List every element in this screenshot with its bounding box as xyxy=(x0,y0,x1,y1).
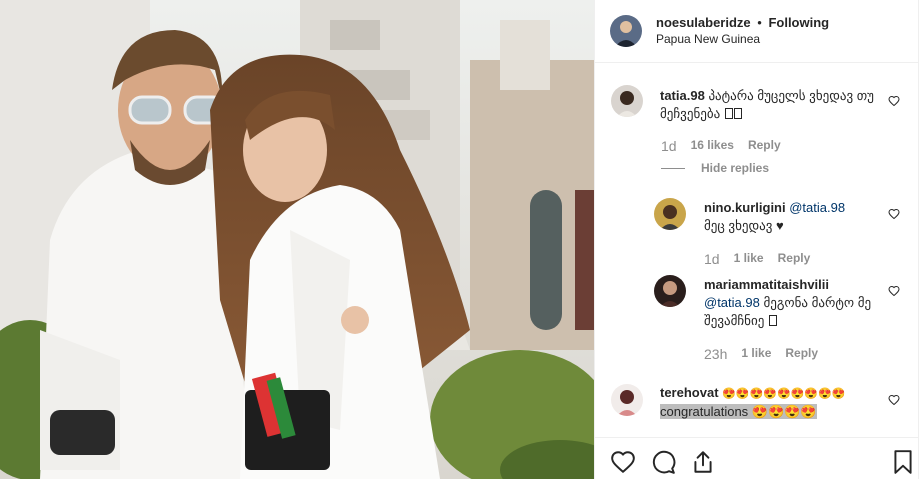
header-top-line: noesulaberidze • Following xyxy=(656,14,829,31)
comment-username[interactable]: tatia.98 xyxy=(660,88,705,103)
comment-like-heart-icon[interactable] xyxy=(888,95,900,107)
comment-username[interactable]: mariammatitaishvilii xyxy=(704,277,829,292)
post-location[interactable]: Papua New Guinea xyxy=(656,31,829,48)
comment-body: terehovat 😍😍😍😍😍😍😍😍😍 congratulations 😍😍😍😍 xyxy=(660,384,880,421)
comments-list[interactable]: tatia.98 პატარა მუცელს ვხედავ თუ მეჩვენე… xyxy=(595,64,919,437)
post-header: noesulaberidze • Following Papua New Gui… xyxy=(595,0,919,63)
avatar-image xyxy=(611,384,643,416)
avatar-image xyxy=(654,275,686,307)
comment-username[interactable]: nino.kurligini xyxy=(704,200,786,215)
comment-time[interactable]: 1d xyxy=(661,138,677,154)
share-icon[interactable] xyxy=(690,449,716,475)
unsupported-glyph-icon xyxy=(733,108,742,119)
bookmark-icon[interactable] xyxy=(890,449,916,475)
unsupported-glyph-icon xyxy=(724,108,733,119)
comment-likes[interactable]: 1 like xyxy=(741,346,771,362)
comment-time[interactable]: 1d xyxy=(704,251,720,267)
commenter-avatar[interactable] xyxy=(611,85,643,117)
comment-mention[interactable]: @tatia.98 xyxy=(704,295,760,310)
comment-username[interactable]: terehovat xyxy=(660,385,719,400)
commenter-avatar[interactable] xyxy=(654,198,686,230)
author-username[interactable]: noesulaberidze xyxy=(656,15,751,30)
comment-likes[interactable]: 16 likes xyxy=(691,138,734,154)
comment-meta: 23h 1 like Reply xyxy=(704,346,818,362)
comment-like-heart-icon[interactable] xyxy=(888,208,900,220)
comment-like-heart-icon[interactable] xyxy=(888,285,900,297)
post-photo-illustration xyxy=(0,0,594,479)
comment-text: 😍😍😍😍😍😍😍😍😍 xyxy=(722,388,846,400)
comment-item: terehovat 😍😍😍😍😍😍😍😍😍 congratulations 😍😍😍😍 xyxy=(595,376,919,436)
commenter-avatar[interactable] xyxy=(611,384,643,416)
unsupported-glyph-icon xyxy=(768,315,777,326)
comment-meta: 1d 16 likes Reply xyxy=(661,138,781,154)
comment-text-line-2: congratulations 😍😍😍😍 xyxy=(660,404,817,419)
commenter-avatar[interactable] xyxy=(654,275,686,307)
author-avatar[interactable] xyxy=(610,15,642,47)
post-photo[interactable] xyxy=(0,0,594,479)
comment-body: nino.kurligini @tatia.98 მეც ვხედავ ♥ xyxy=(704,199,884,235)
avatar-image xyxy=(611,85,643,117)
comment-like-heart-icon[interactable] xyxy=(888,394,900,406)
comment-item: tatia.98 პატარა მუცელს ვხედავ თუ მეჩვენე… xyxy=(595,64,919,175)
comment-body: tatia.98 პატარა მუცელს ვხედავ თუ მეჩვენე… xyxy=(660,87,880,123)
avatar-image xyxy=(654,198,686,230)
reply-item: nino.kurligini @tatia.98 მეც ვხედავ ♥ 1d… xyxy=(595,189,919,269)
reply-item: mariammatitaishvilii @tatia.98 მეგონა მა… xyxy=(595,272,919,367)
avatar-image xyxy=(610,15,642,47)
comment-icon[interactable] xyxy=(650,449,676,475)
hide-replies-line xyxy=(661,167,685,169)
heart-icon[interactable] xyxy=(610,449,636,475)
following-button[interactable]: Following xyxy=(768,15,829,30)
reply-button[interactable]: Reply xyxy=(785,346,818,362)
comment-meta: 1d 1 like Reply xyxy=(704,251,810,267)
hide-replies-label: Hide replies xyxy=(701,161,770,175)
comment-text: მეც ვხედავ ♥ xyxy=(704,218,784,233)
post-side-panel: noesulaberidze • Following Papua New Gui… xyxy=(594,0,919,479)
hide-replies-button[interactable]: Hide replies xyxy=(661,161,769,175)
comment-likes[interactable]: 1 like xyxy=(734,251,764,267)
reply-button[interactable]: Reply xyxy=(778,251,811,267)
reply-button[interactable]: Reply xyxy=(748,138,781,154)
action-bar xyxy=(595,437,919,479)
comment-body: mariammatitaishvilii @tatia.98 მეგონა მა… xyxy=(704,276,884,330)
instagram-post: noesulaberidze • Following Papua New Gui… xyxy=(0,0,919,479)
comment-mention[interactable]: @tatia.98 xyxy=(789,200,845,215)
separator-dot: • xyxy=(757,15,762,30)
comment-time[interactable]: 23h xyxy=(704,346,727,362)
header-text: noesulaberidze • Following Papua New Gui… xyxy=(656,14,829,48)
